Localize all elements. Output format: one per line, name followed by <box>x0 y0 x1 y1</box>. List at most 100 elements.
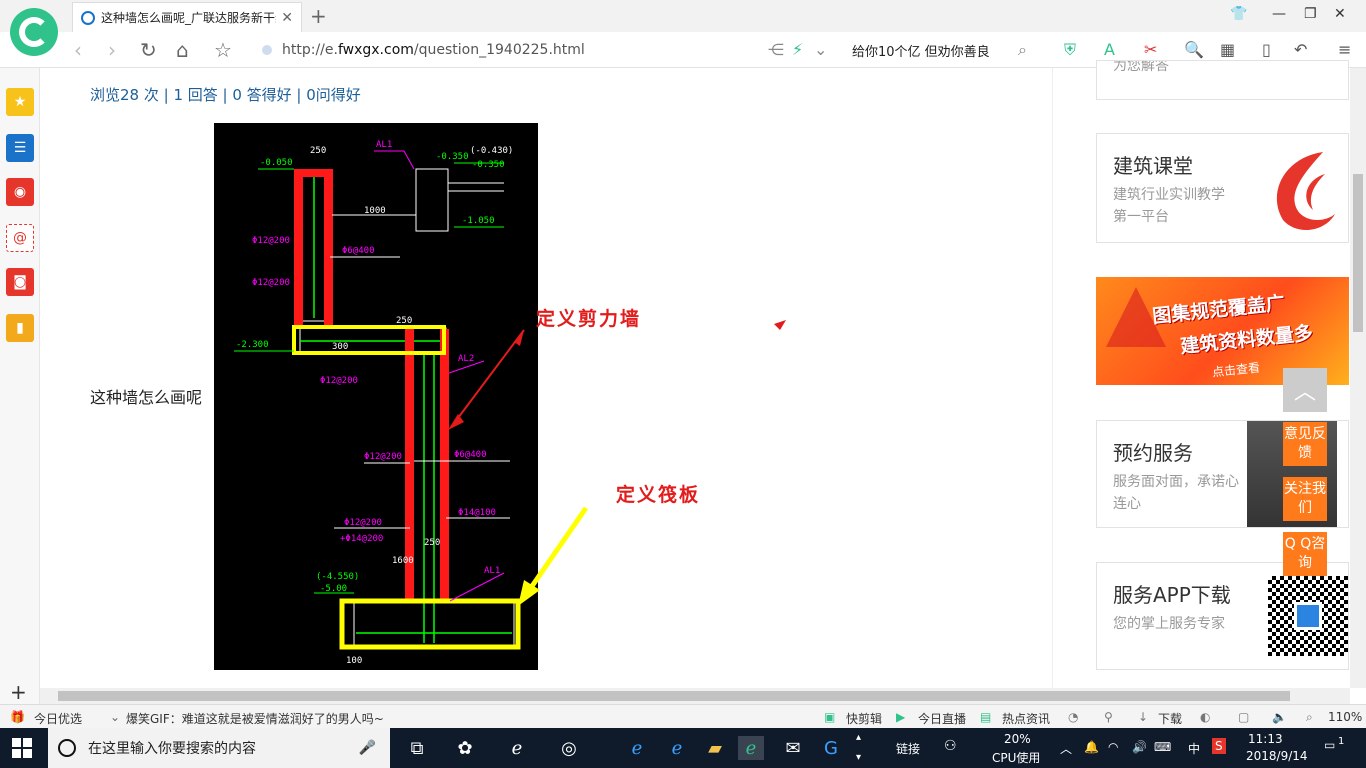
zoom-icon[interactable]: ⌕ <box>1306 710 1313 725</box>
scroll-thumb[interactable] <box>1353 174 1363 332</box>
tray-down-icon[interactable]: ▾ <box>856 752 861 763</box>
volume-icon[interactable]: 🔈 <box>1272 710 1287 724</box>
tab-close-icon[interactable]: ✕ <box>281 10 293 26</box>
browser-logo-icon[interactable] <box>10 8 58 56</box>
url-text[interactable]: http://e.fwxgx.com/question_1940225.html <box>282 42 585 58</box>
refresh-icon[interactable]: ↻ <box>140 38 157 62</box>
search-box[interactable]: 给你10个亿 但劝你善良 <box>852 41 990 60</box>
speed-icon[interactable]: ◔ <box>1068 710 1078 724</box>
download-icon[interactable]: ↓ <box>1138 710 1148 724</box>
sidebar-add-icon[interactable]: + <box>10 680 27 704</box>
download-link[interactable]: 下载 <box>1158 710 1182 727</box>
task-view-icon[interactable]: ⧉ <box>404 736 430 760</box>
action-center-icon[interactable]: ▭ <box>1324 738 1335 752</box>
mail-icon[interactable]: ✉ <box>780 736 806 760</box>
search-icon[interactable]: ⌕ <box>1018 40 1027 60</box>
tab-title: 这种墙怎么画呢_广联达服务新干线 <box>101 11 276 25</box>
scissors-icon[interactable]: ✂ <box>1144 40 1157 59</box>
banner-cta[interactable]: 点击查看 <box>1211 359 1261 381</box>
favorites-star-icon[interactable]: ★ <box>6 88 34 116</box>
minimize-icon[interactable]: — <box>1272 6 1286 22</box>
shirt-skin-icon[interactable]: 👕 <box>1230 6 1247 22</box>
address-bar[interactable]: http://e.fwxgx.com/question_1940225.html <box>262 38 842 62</box>
forward-icon[interactable]: › <box>108 38 116 62</box>
edge-icon[interactable]: ℯ <box>624 736 650 760</box>
qq-consult-button[interactable]: Q Q咨询 <box>1283 532 1327 576</box>
cpu-label: CPU使用 <box>992 751 1041 765</box>
ime-lang[interactable]: 中 <box>1188 740 1200 757</box>
taskbar-search[interactable]: 在这里输入你要搜索的内容 🎤 <box>48 728 390 768</box>
360-browser-icon[interactable]: ℯ <box>738 736 764 760</box>
app-swirl-icon[interactable]: ◎ <box>556 736 582 760</box>
translate-icon[interactable]: A <box>1104 40 1115 59</box>
tray-expand-icon[interactable]: ︿ <box>1060 740 1072 757</box>
weibo-icon[interactable]: ◉ <box>6 178 34 206</box>
live-link[interactable]: 今日直播 <box>918 710 966 727</box>
flash-icon[interactable]: ⚡ <box>792 40 803 59</box>
keyboard-icon[interactable]: ⌨ <box>1154 740 1171 754</box>
people-icon[interactable]: ⚇ <box>944 738 957 754</box>
pin-icon[interactable]: ⚲ <box>1104 710 1113 724</box>
undo-icon[interactable]: ↶ <box>1294 40 1307 59</box>
vertical-scrollbar[interactable] <box>1350 68 1366 688</box>
quick-clip-link[interactable]: 快剪辑 <box>846 710 882 727</box>
reading-list-icon[interactable]: ☰ <box>6 134 34 162</box>
game-icon[interactable]: ◙ <box>6 268 34 296</box>
shield-icon[interactable]: ⛨ <box>1064 40 1076 60</box>
new-tab-button[interactable]: + <box>310 4 327 28</box>
taskbar-search-input[interactable]: 在这里输入你要搜索的内容 <box>88 738 256 758</box>
chevron-down-icon[interactable]: ⌄ <box>814 40 827 59</box>
browser-tab[interactable]: 这种墙怎么画呢_广联达服务新干线 ✕ <box>72 2 302 32</box>
notebook-icon[interactable]: ▮ <box>6 314 34 342</box>
home-icon[interactable]: ⌂ <box>176 38 189 62</box>
menu-icon[interactable]: ≡ <box>1338 40 1351 59</box>
news-chevron-icon: ⌄ <box>110 710 121 724</box>
back-to-top-button[interactable]: ︿ <box>1283 368 1327 412</box>
ie-icon[interactable]: ℯ <box>664 736 690 760</box>
microphone-icon[interactable]: 🎤 <box>359 740 376 756</box>
bookmark-star-icon[interactable]: ☆ <box>214 38 232 62</box>
volume-tray-icon[interactable]: 🔊 <box>1132 740 1147 754</box>
follow-us-button[interactable]: 关注我们 <box>1283 477 1327 521</box>
magnifier-icon[interactable]: 🔍 <box>1184 40 1204 59</box>
file-explorer-icon[interactable]: ▰ <box>702 736 728 760</box>
close-window-icon[interactable]: ✕ <box>1334 6 1346 22</box>
restore-icon[interactable]: ❐ <box>1304 6 1317 22</box>
ie-mode-icon[interactable]: ◐ <box>1200 710 1210 724</box>
cpu-percent: 20% <box>1004 732 1031 746</box>
sidebar-card-classroom[interactable]: 建筑课堂 建筑行业实训教学第一平台 <box>1096 133 1349 243</box>
wifi-icon[interactable]: ◠ <box>1108 740 1118 754</box>
window-icon[interactable]: ▢ <box>1238 710 1249 724</box>
sogou-ime-icon[interactable]: S <box>1212 738 1226 754</box>
yellow-arrow <box>525 506 589 594</box>
live-icon: ▶ <box>896 710 906 724</box>
share-icon[interactable]: ⋲ <box>768 40 784 59</box>
main-content: 浏览28 次 | 1 回答 | 0 答得好 | 0问得好 这种墙怎么画呢 250… <box>40 68 1052 688</box>
glodon-app-icon[interactable]: G <box>818 736 844 760</box>
notification-bell-icon[interactable]: 🔔 <box>1084 740 1099 754</box>
site-favicon-icon <box>81 10 95 25</box>
email-at-icon[interactable]: @ <box>6 224 34 252</box>
back-icon[interactable]: ‹ <box>74 38 82 62</box>
pinwheel-app-icon[interactable]: ✿ <box>452 736 478 760</box>
hot-news-link[interactable]: 热点资讯 <box>1002 710 1050 727</box>
security-icon <box>262 45 272 55</box>
phone-icon[interactable]: ▯ <box>1262 40 1271 59</box>
horizontal-scrollbar[interactable] <box>40 688 1350 704</box>
scroll-thumb[interactable] <box>58 691 1290 701</box>
sidebar-card-answer[interactable]: 为您解答 <box>1096 60 1349 100</box>
card-subtitle: 您的掌上服务专家 <box>1113 616 1225 632</box>
windows-start-icon[interactable] <box>12 738 32 758</box>
news-ticker-link[interactable]: 爆笑GIF：难道这就是被爱情滋润好了的男人吗~ <box>126 710 384 727</box>
today-pick-link[interactable]: 今日优选 <box>34 710 82 727</box>
link-label[interactable]: 链接 <box>896 740 920 757</box>
clock-time[interactable]: 11:13 <box>1248 732 1283 746</box>
apps-grid-icon[interactable]: ▦ <box>1220 40 1235 59</box>
clock-date[interactable]: 2018/9/14 <box>1246 749 1308 763</box>
zoom-level[interactable]: 110% <box>1328 710 1362 724</box>
feedback-button[interactable]: 意见反馈 <box>1283 422 1327 466</box>
tray-up-icon[interactable]: ▴ <box>856 732 861 743</box>
content-divider <box>1052 68 1053 688</box>
gift-icon: 🎁 <box>10 710 25 724</box>
edge-legacy-icon[interactable]: ℯ <box>504 736 530 760</box>
